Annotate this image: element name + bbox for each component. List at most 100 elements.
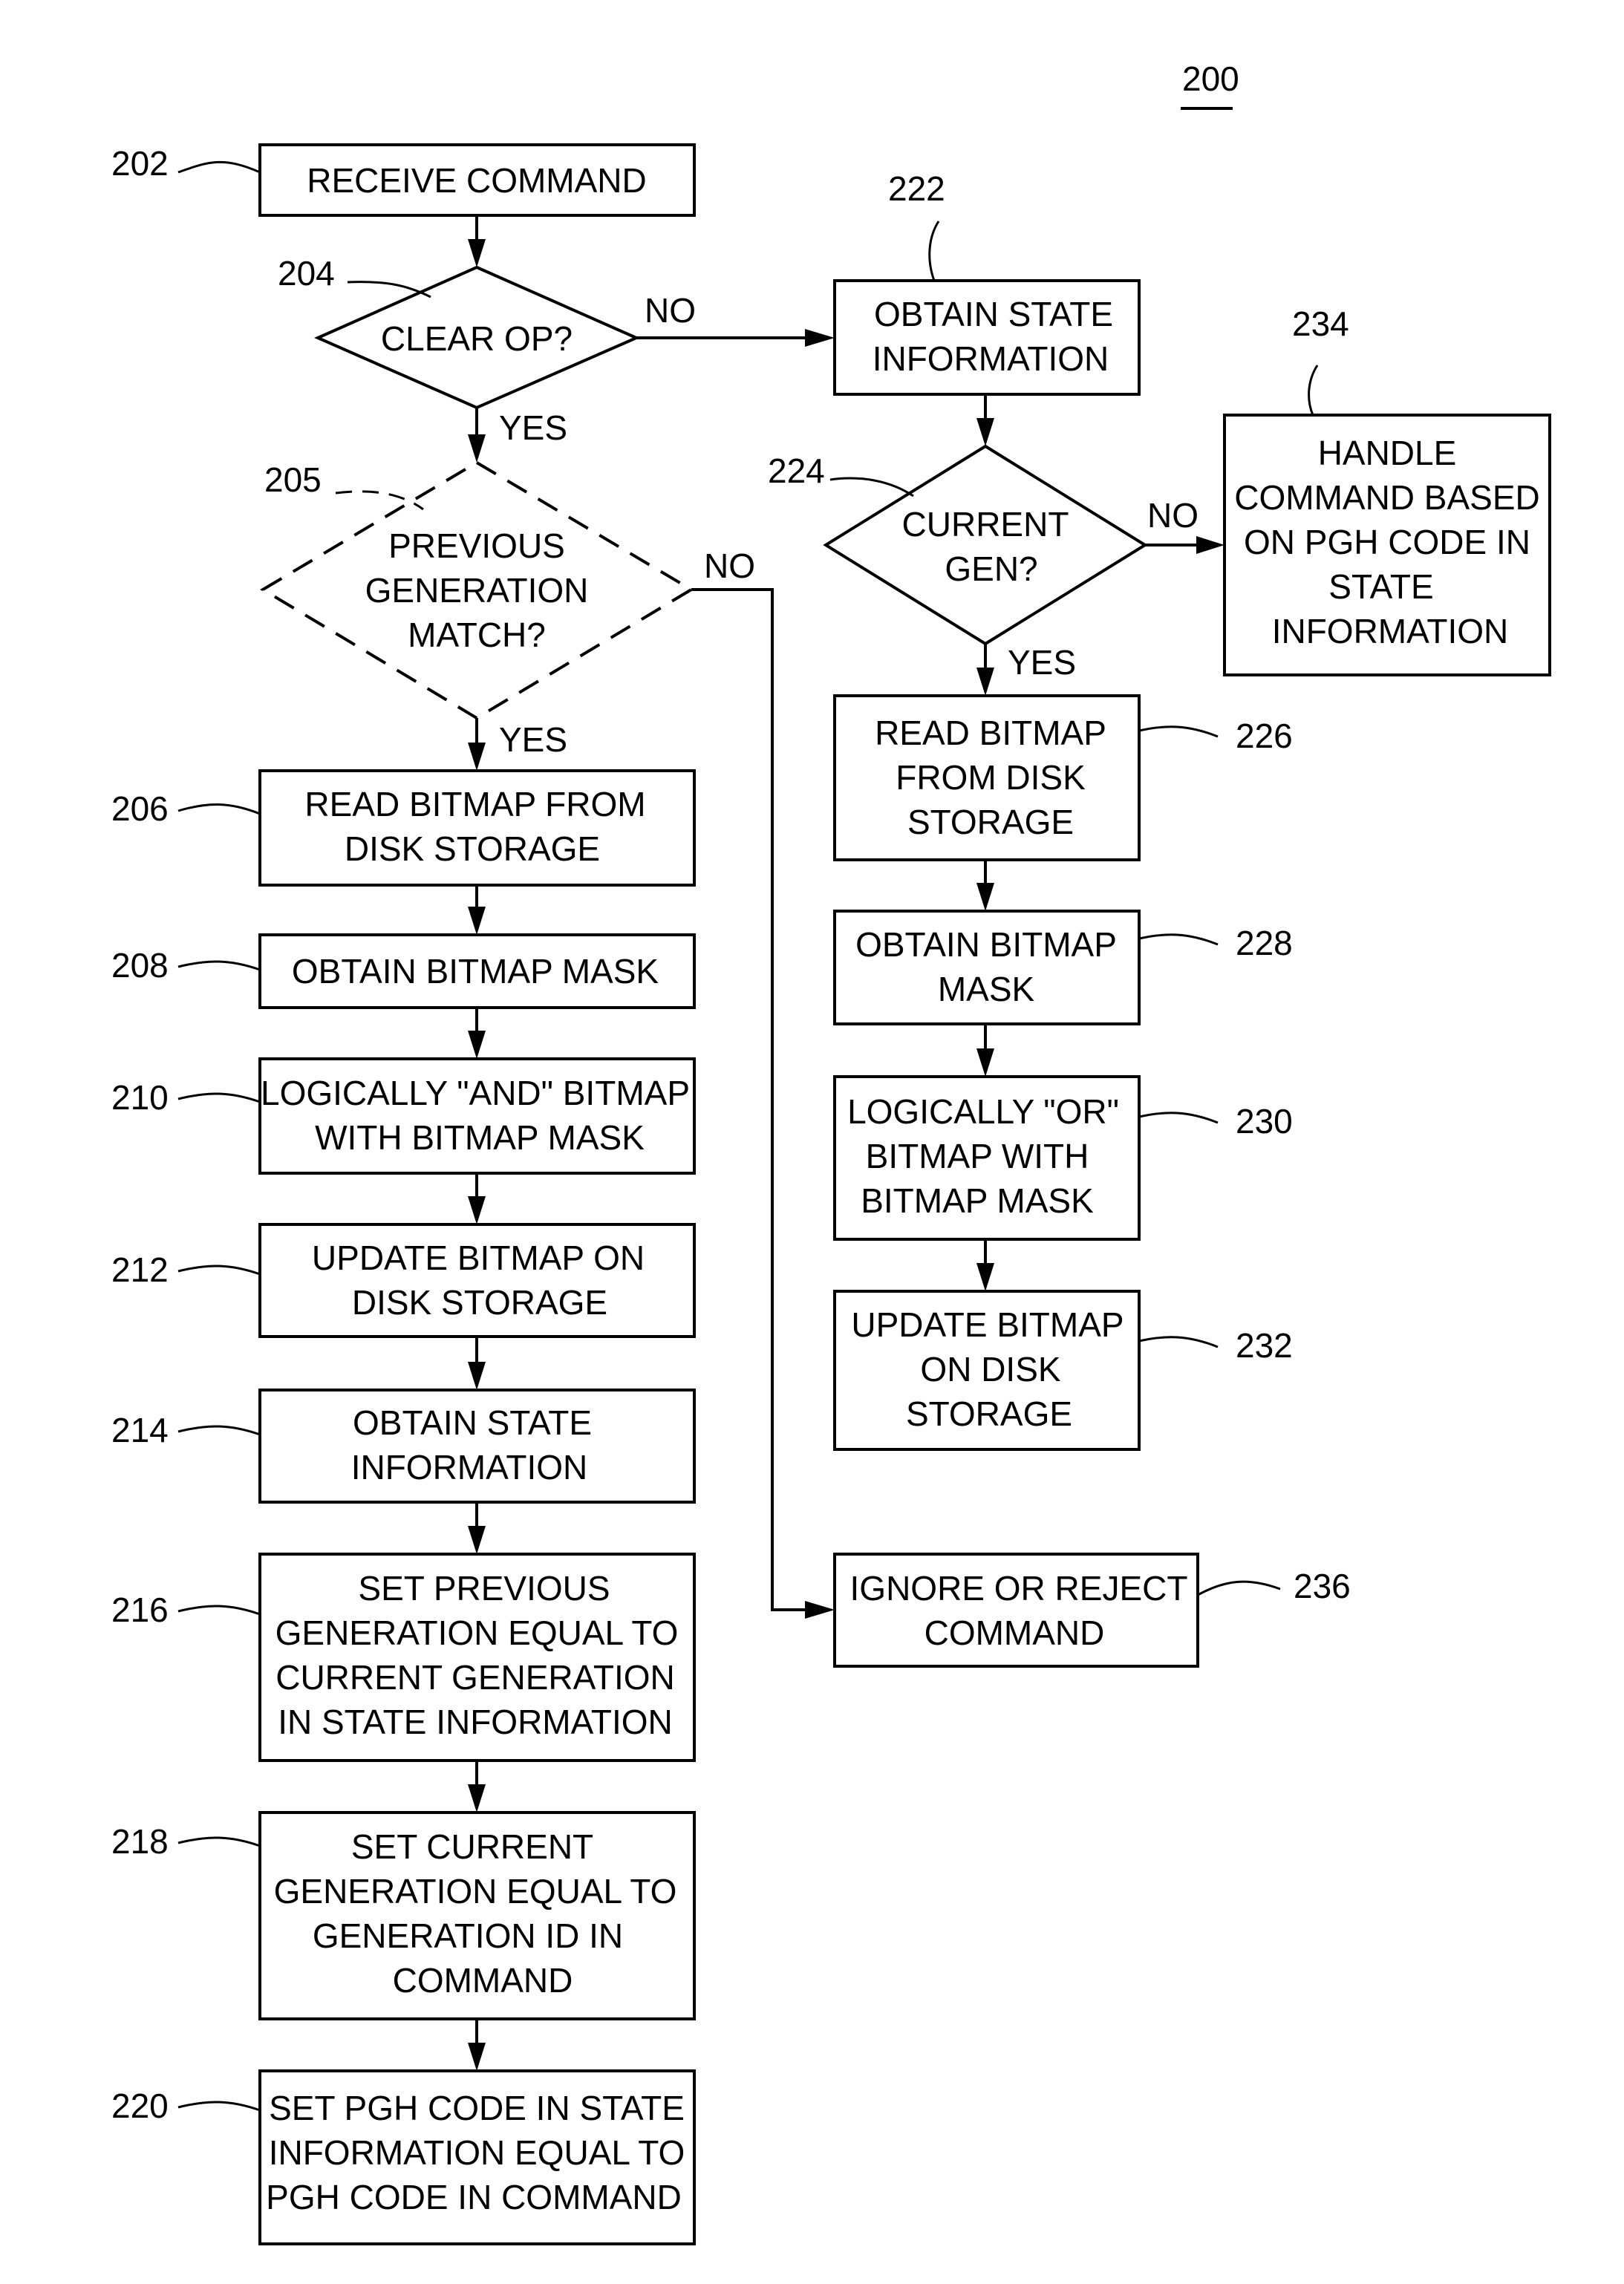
leader-234 bbox=[1308, 365, 1319, 416]
node-222-line-2: INFORMATION bbox=[873, 339, 1109, 378]
leader-214 bbox=[177, 1425, 261, 1436]
node-226-line-1: READ BITMAP bbox=[875, 714, 1106, 752]
ref-206: 206 bbox=[111, 789, 169, 828]
node-206-line-2: DISK STORAGE bbox=[345, 829, 600, 868]
node-230-logically-or: LOGICALLY "OR" BITMAP WITH BITMAP MASK bbox=[833, 1075, 1141, 1241]
arrowhead-icon bbox=[468, 434, 486, 463]
node-202-text: RECEIVE COMMAND bbox=[307, 161, 646, 200]
leader-236 bbox=[1197, 1580, 1281, 1596]
node-216-line-3: CURRENT GENERATION bbox=[275, 1658, 675, 1697]
arrowhead-icon bbox=[468, 1526, 486, 1554]
edge-label-224-no: NO bbox=[1147, 496, 1199, 535]
leader-228 bbox=[1138, 933, 1219, 946]
node-218-line-3: GENERATION ID IN bbox=[313, 1916, 623, 1955]
node-210-line-1: LOGICALLY "AND" BITMAP bbox=[261, 1074, 690, 1112]
ref-216: 216 bbox=[111, 1590, 169, 1629]
arrowhead-icon bbox=[976, 418, 994, 446]
leader-218 bbox=[177, 1836, 261, 1847]
node-216-line-4: IN STATE INFORMATION bbox=[278, 1703, 673, 1741]
ref-210: 210 bbox=[111, 1078, 169, 1117]
arrowhead-icon bbox=[468, 1784, 486, 1812]
node-216-line-1: SET PREVIOUS bbox=[358, 1569, 610, 1608]
edge-label-204-yes: YES bbox=[499, 408, 567, 447]
node-205-line-3: MATCH? bbox=[408, 616, 546, 654]
node-218-line-1: SET CURRENT bbox=[351, 1827, 593, 1866]
ref-208: 208 bbox=[111, 946, 169, 985]
arrowhead-icon bbox=[468, 2043, 486, 2071]
leader-232 bbox=[1138, 1336, 1219, 1348]
node-210-line-2: WITH BITMAP MASK bbox=[315, 1118, 645, 1157]
ref-205: 205 bbox=[264, 460, 322, 499]
arrowhead-icon bbox=[805, 329, 835, 347]
node-210-logically-and: LOGICALLY "AND" BITMAP WITH BITMAP MASK bbox=[258, 1057, 696, 1175]
node-222-line-1: OBTAIN STATE bbox=[874, 295, 1113, 333]
node-212-line-2: DISK STORAGE bbox=[352, 1283, 607, 1322]
node-234-line-5: INFORMATION bbox=[1272, 612, 1509, 650]
node-220-line-3: PGH CODE IN COMMAND bbox=[266, 2178, 682, 2216]
node-224-line-2: GEN? bbox=[945, 549, 1037, 588]
node-230-line-3: BITMAP MASK bbox=[861, 1181, 1094, 1220]
node-218-line-2: GENERATION EQUAL TO bbox=[274, 1872, 677, 1911]
arrowhead-icon bbox=[468, 1031, 486, 1059]
ref-214: 214 bbox=[111, 1411, 169, 1449]
node-224-current-gen-decision: CURRENT GEN? bbox=[823, 444, 1148, 646]
node-232-line-3: STORAGE bbox=[906, 1394, 1072, 1433]
leader-212 bbox=[177, 1265, 261, 1276]
node-232-line-2: ON DISK bbox=[920, 1350, 1060, 1389]
node-202-receive-command: RECEIVE COMMAND bbox=[258, 143, 696, 217]
ref-226: 226 bbox=[1236, 717, 1293, 755]
ref-228: 228 bbox=[1236, 924, 1293, 962]
ref-212: 212 bbox=[111, 1250, 169, 1289]
node-204-text: CLEAR OP? bbox=[381, 319, 573, 358]
node-214-obtain-state-info: OBTAIN STATE INFORMATION bbox=[258, 1389, 696, 1504]
leader-216 bbox=[177, 1605, 261, 1616]
edge-label-224-yes: YES bbox=[1008, 643, 1076, 682]
edge-label-205-yes: YES bbox=[499, 720, 567, 759]
node-224-line-1: CURRENT bbox=[902, 505, 1069, 544]
ref-218: 218 bbox=[111, 1822, 169, 1861]
node-234-line-1: HANDLE bbox=[1318, 434, 1457, 472]
node-236-line-2: COMMAND bbox=[924, 1614, 1105, 1652]
arrowhead-icon bbox=[976, 1263, 994, 1291]
node-216-set-previous-generation: SET PREVIOUS GENERATION EQUAL TO CURRENT… bbox=[258, 1553, 696, 1762]
node-230-line-1: LOGICALLY "OR" bbox=[847, 1092, 1119, 1131]
ref-202: 202 bbox=[111, 144, 169, 183]
node-218-set-current-generation: SET CURRENT GENERATION EQUAL TO GENERATI… bbox=[258, 1811, 696, 2020]
node-208-obtain-bitmap-mask: OBTAIN BITMAP MASK bbox=[258, 933, 696, 1009]
node-212-update-bitmap: UPDATE BITMAP ON DISK STORAGE bbox=[258, 1223, 696, 1338]
ref-204: 204 bbox=[278, 254, 335, 293]
node-214-line-2: INFORMATION bbox=[351, 1448, 588, 1487]
edge-label-205-no: NO bbox=[704, 546, 755, 585]
arrowhead-icon bbox=[976, 883, 994, 911]
node-234-line-4: STATE bbox=[1328, 567, 1433, 606]
node-220-line-2: INFORMATION EQUAL TO bbox=[269, 2133, 685, 2172]
arrowhead-icon bbox=[468, 1362, 486, 1390]
ref-230: 230 bbox=[1236, 1102, 1293, 1141]
node-234-line-3: ON PGH CODE IN bbox=[1244, 523, 1530, 561]
node-212-line-1: UPDATE BITMAP ON bbox=[312, 1239, 645, 1277]
leader-224 bbox=[829, 477, 914, 497]
node-226-line-2: FROM DISK bbox=[896, 758, 1086, 797]
node-234-handle-command: HANDLE COMMAND BASED ON PGH CODE IN STAT… bbox=[1223, 414, 1551, 676]
ref-234: 234 bbox=[1292, 304, 1349, 343]
node-218-line-4: COMMAND bbox=[393, 1961, 573, 2000]
node-206-line-1: READ BITMAP FROM bbox=[304, 785, 645, 823]
node-206-read-bitmap: READ BITMAP FROM DISK STORAGE bbox=[258, 769, 696, 887]
node-220-set-pgh-code: SET PGH CODE IN STATE INFORMATION EQUAL … bbox=[258, 2069, 696, 2245]
node-226-line-3: STORAGE bbox=[907, 803, 1074, 841]
leader-230 bbox=[1138, 1112, 1219, 1124]
node-222-obtain-state-info: OBTAIN STATE INFORMATION bbox=[833, 279, 1141, 396]
edge-label-204-no: NO bbox=[645, 291, 696, 330]
ref-220: 220 bbox=[111, 2086, 169, 2125]
arrowhead-icon bbox=[976, 1048, 994, 1077]
ref-222: 222 bbox=[888, 169, 945, 208]
node-220-line-1: SET PGH CODE IN STATE bbox=[269, 2089, 685, 2127]
arrowhead-icon bbox=[976, 668, 994, 696]
node-228-line-2: MASK bbox=[938, 970, 1035, 1008]
flowchart-canvas: 200 NO YES NO YES NO YES RECEIVE COMMAND… bbox=[111, 59, 1551, 2245]
node-226-read-bitmap: READ BITMAP FROM DISK STORAGE bbox=[833, 694, 1141, 861]
node-205-line-1: PREVIOUS bbox=[388, 526, 565, 565]
node-204-clear-op-decision: CLEAR OP? bbox=[314, 265, 640, 410]
arrowhead-icon bbox=[468, 239, 486, 267]
ref-232: 232 bbox=[1236, 1326, 1293, 1365]
